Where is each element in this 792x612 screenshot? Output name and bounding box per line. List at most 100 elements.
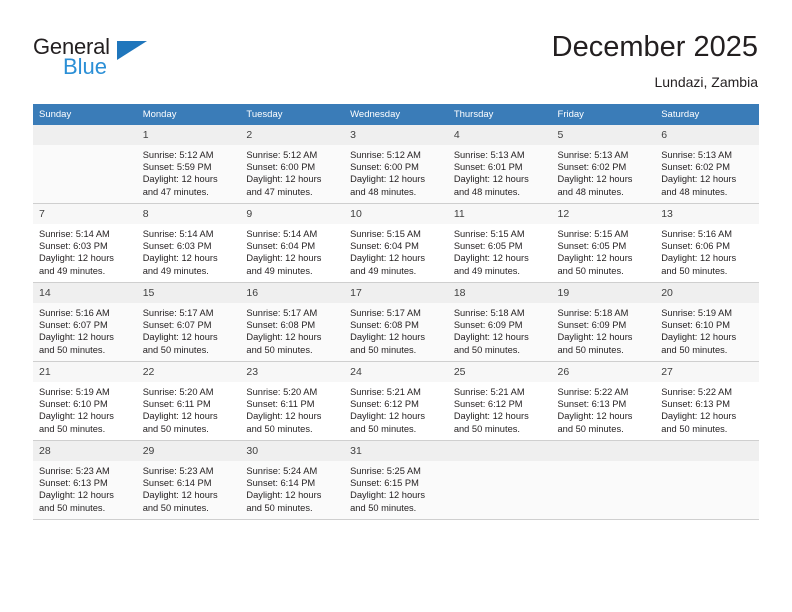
day-cell[interactable]: 3 Sunrise: 5:12 AM Sunset: 6:00 PM Dayli…: [344, 125, 448, 204]
daylight-text-line1: Daylight: 12 hours: [39, 490, 114, 501]
day-number: 28: [33, 441, 137, 461]
day-cell[interactable]: 7 Sunrise: 5:14 AM Sunset: 6:03 PM Dayli…: [33, 204, 137, 283]
day-cell[interactable]: 11 Sunrise: 5:15 AM Sunset: 6:05 PM Dayl…: [447, 204, 552, 283]
day-number: 11: [447, 204, 552, 224]
day-cell[interactable]: 14 Sunrise: 5:16 AM Sunset: 6:07 PM Dayl…: [33, 283, 137, 362]
daylight-text-line2: and 50 minutes.: [661, 344, 728, 355]
day-cell[interactable]: 18 Sunrise: 5:18 AM Sunset: 6:09 PM Dayl…: [447, 283, 552, 362]
daylight-text-line2: and 50 minutes.: [661, 265, 728, 276]
sunrise-text: Sunrise: 5:12 AM: [142, 150, 214, 160]
daylight-text-line2: and 50 minutes.: [350, 502, 417, 513]
calendar-week-row: 14 Sunrise: 5:16 AM Sunset: 6:07 PM Dayl…: [33, 283, 759, 362]
sunset-text: Sunset: 6:04 PM: [350, 241, 419, 252]
day-cell[interactable]: 29 Sunrise: 5:23 AM Sunset: 6:14 PM Dayl…: [136, 441, 241, 520]
daylight-text-line2: and 50 minutes.: [557, 344, 624, 355]
daylight-text-line2: and 50 minutes.: [453, 344, 520, 355]
weekday-header-wednesday: Wednesday: [344, 104, 448, 125]
day-cell[interactable]: 9 Sunrise: 5:14 AM Sunset: 6:04 PM Dayli…: [240, 204, 345, 283]
day-cell[interactable]: 5 Sunrise: 5:13 AM Sunset: 6:02 PM Dayli…: [551, 125, 656, 204]
day-cell[interactable]: 24 Sunrise: 5:21 AM Sunset: 6:12 PM Dayl…: [344, 362, 448, 441]
daylight-text-line2: and 50 minutes.: [39, 344, 106, 355]
day-cell[interactable]: 17 Sunrise: 5:17 AM Sunset: 6:08 PM Dayl…: [344, 283, 448, 362]
calendar-body: 1 Sunrise: 5:12 AM Sunset: 5:59 PM Dayli…: [33, 125, 759, 520]
day-cell[interactable]: 13 Sunrise: 5:16 AM Sunset: 6:06 PM Dayl…: [655, 204, 759, 283]
sunrise-text: Sunrise: 5:17 AM: [350, 308, 421, 318]
sunset-text: Sunset: 6:02 PM: [557, 162, 627, 173]
day-info: Sunrise: 5:14 AM Sunset: 6:04 PM Dayligh…: [240, 224, 344, 277]
sunset-text: Sunset: 6:03 PM: [39, 241, 108, 252]
sunset-text: Sunset: 6:00 PM: [246, 162, 316, 173]
daylight-text-line1: Daylight: 12 hours: [142, 332, 218, 343]
sunrise-text: Sunrise: 5:19 AM: [661, 308, 733, 318]
day-cell[interactable]: 15 Sunrise: 5:17 AM Sunset: 6:07 PM Dayl…: [136, 283, 241, 362]
day-cell[interactable]: 2 Sunrise: 5:12 AM Sunset: 6:00 PM Dayli…: [240, 125, 345, 204]
day-cell[interactable]: 28 Sunrise: 5:23 AM Sunset: 6:13 PM Dayl…: [33, 441, 137, 520]
sunset-text: Sunset: 6:09 PM: [557, 320, 627, 331]
day-info: Sunrise: 5:19 AM Sunset: 6:10 PM Dayligh…: [33, 382, 137, 435]
day-cell[interactable]: 4 Sunrise: 5:13 AM Sunset: 6:01 PM Dayli…: [447, 125, 552, 204]
day-cell[interactable]: 1 Sunrise: 5:12 AM Sunset: 5:59 PM Dayli…: [136, 125, 241, 204]
sunrise-text: Sunrise: 5:18 AM: [557, 308, 629, 318]
daylight-text-line1: Daylight: 12 hours: [557, 253, 633, 264]
day-number: 8: [136, 204, 241, 224]
day-info: Sunrise: 5:20 AM Sunset: 6:11 PM Dayligh…: [240, 382, 344, 435]
calendar-week-row: 1 Sunrise: 5:12 AM Sunset: 5:59 PM Dayli…: [33, 125, 759, 204]
sunrise-text: Sunrise: 5:15 AM: [453, 229, 525, 239]
sunset-text: Sunset: 6:10 PM: [39, 399, 108, 410]
day-cell[interactable]: 23 Sunrise: 5:20 AM Sunset: 6:11 PM Dayl…: [240, 362, 345, 441]
day-number: 30: [240, 441, 345, 461]
day-cell[interactable]: 30 Sunrise: 5:24 AM Sunset: 6:14 PM Dayl…: [240, 441, 345, 520]
sunrise-text: Sunrise: 5:18 AM: [453, 308, 525, 318]
day-info: Sunrise: 5:18 AM Sunset: 6:09 PM Dayligh…: [552, 303, 656, 356]
sunset-text: Sunset: 6:13 PM: [661, 399, 730, 410]
day-number: 25: [447, 362, 552, 382]
daylight-text-line1: Daylight: 12 hours: [350, 253, 426, 264]
sunrise-text: Sunrise: 5:13 AM: [557, 150, 629, 160]
daylight-text-line2: and 48 minutes.: [453, 186, 520, 197]
day-cell[interactable]: 31 Sunrise: 5:25 AM Sunset: 6:15 PM Dayl…: [344, 441, 448, 520]
day-info: Sunrise: 5:14 AM Sunset: 6:03 PM Dayligh…: [33, 224, 137, 277]
day-cell[interactable]: 20 Sunrise: 5:19 AM Sunset: 6:10 PM Dayl…: [655, 283, 759, 362]
sunset-text: Sunset: 6:08 PM: [350, 320, 419, 331]
daylight-text-line2: and 50 minutes.: [142, 344, 209, 355]
day-number: 13: [655, 204, 759, 224]
day-number: 5: [551, 125, 656, 145]
daylight-text-line1: Daylight: 12 hours: [142, 174, 218, 185]
day-cell[interactable]: 12 Sunrise: 5:15 AM Sunset: 6:05 PM Dayl…: [551, 204, 656, 283]
day-info: Sunrise: 5:12 AM Sunset: 6:00 PM Dayligh…: [344, 145, 448, 198]
day-cell[interactable]: 21 Sunrise: 5:19 AM Sunset: 6:10 PM Dayl…: [33, 362, 137, 441]
daylight-text-line2: and 50 minutes.: [246, 344, 313, 355]
day-cell[interactable]: 22 Sunrise: 5:20 AM Sunset: 6:11 PM Dayl…: [136, 362, 241, 441]
sunrise-text: Sunrise: 5:22 AM: [661, 387, 733, 397]
daylight-text-line1: Daylight: 12 hours: [246, 253, 322, 264]
daylight-text-line2: and 50 minutes.: [350, 423, 417, 434]
sunset-text: Sunset: 6:00 PM: [350, 162, 419, 173]
daylight-text-line1: Daylight: 12 hours: [453, 253, 529, 264]
daylight-text-line2: and 48 minutes.: [557, 186, 624, 197]
weekday-header-monday: Monday: [136, 104, 241, 125]
sunset-text: Sunset: 6:05 PM: [557, 241, 627, 252]
day-number: 22: [136, 362, 241, 382]
day-cell[interactable]: 26 Sunrise: 5:22 AM Sunset: 6:13 PM Dayl…: [551, 362, 656, 441]
sunrise-text: Sunrise: 5:15 AM: [350, 229, 421, 239]
sunset-text: Sunset: 6:11 PM: [246, 399, 315, 410]
day-info: Sunrise: 5:20 AM Sunset: 6:11 PM Dayligh…: [137, 382, 241, 435]
day-cell-empty: [655, 441, 759, 520]
sunrise-text: Sunrise: 5:14 AM: [39, 229, 110, 239]
day-number: 18: [447, 283, 552, 303]
daylight-text-line2: and 49 minutes.: [350, 265, 417, 276]
day-info: Sunrise: 5:16 AM Sunset: 6:06 PM Dayligh…: [655, 224, 759, 277]
day-cell[interactable]: 6 Sunrise: 5:13 AM Sunset: 6:02 PM Dayli…: [655, 125, 759, 204]
general-blue-logo[interactable]: General Blue: [33, 34, 163, 82]
daylight-text-line2: and 50 minutes.: [39, 502, 106, 513]
day-cell[interactable]: 25 Sunrise: 5:21 AM Sunset: 6:12 PM Dayl…: [447, 362, 552, 441]
sunrise-text: Sunrise: 5:20 AM: [142, 387, 214, 397]
day-cell[interactable]: 10 Sunrise: 5:15 AM Sunset: 6:04 PM Dayl…: [344, 204, 448, 283]
day-cell[interactable]: 19 Sunrise: 5:18 AM Sunset: 6:09 PM Dayl…: [551, 283, 656, 362]
day-cell[interactable]: 8 Sunrise: 5:14 AM Sunset: 6:03 PM Dayli…: [136, 204, 241, 283]
sunrise-text: Sunrise: 5:23 AM: [39, 466, 110, 476]
day-cell[interactable]: 27 Sunrise: 5:22 AM Sunset: 6:13 PM Dayl…: [655, 362, 759, 441]
day-cell[interactable]: 16 Sunrise: 5:17 AM Sunset: 6:08 PM Dayl…: [240, 283, 345, 362]
day-info: Sunrise: 5:17 AM Sunset: 6:08 PM Dayligh…: [344, 303, 448, 356]
day-number: 3: [344, 125, 448, 145]
